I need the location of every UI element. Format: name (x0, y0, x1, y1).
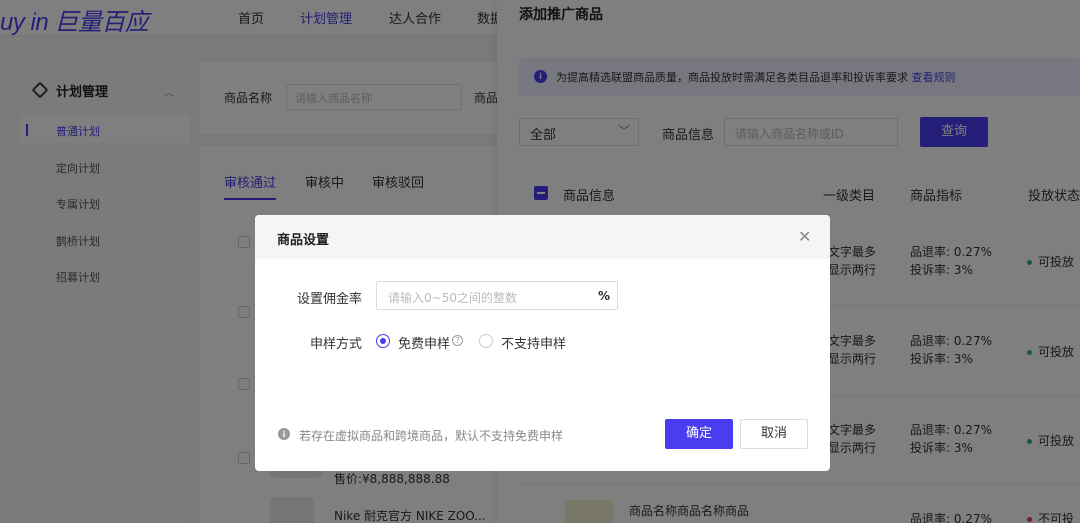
product-settings-modal: 商品设置 ✕ 设置佣金率 请输入0~50之间的整数 % 申样方式 免费申样 ? … (255, 215, 830, 471)
modal-header: 商品设置 ✕ (255, 215, 830, 259)
help-icon[interactable]: ? (452, 335, 463, 346)
info-icon: i (278, 428, 290, 440)
footnote: 若存在虚拟商品和跨境商品，默认不支持免费申样 (299, 429, 564, 443)
no-sample-label[interactable]: 不支持申样 (501, 333, 566, 352)
sample-method-label: 申样方式 (310, 337, 363, 352)
radio-no-sample[interactable] (479, 334, 493, 348)
cancel-button[interactable]: 取消 (740, 419, 808, 449)
commission-placeholder: 请输入0~50之间的整数 (388, 291, 517, 305)
confirm-button[interactable]: 确定 (665, 419, 733, 449)
free-sample-label[interactable]: 免费申样 (398, 333, 450, 352)
close-icon[interactable]: ✕ (798, 227, 811, 246)
percent-suffix: % (598, 289, 611, 303)
radio-free-sample[interactable] (376, 334, 390, 348)
commission-input[interactable]: 请输入0~50之间的整数 % (376, 281, 618, 310)
modal-title: 商品设置 (277, 233, 330, 248)
commission-label: 设置佣金率 (297, 292, 363, 307)
